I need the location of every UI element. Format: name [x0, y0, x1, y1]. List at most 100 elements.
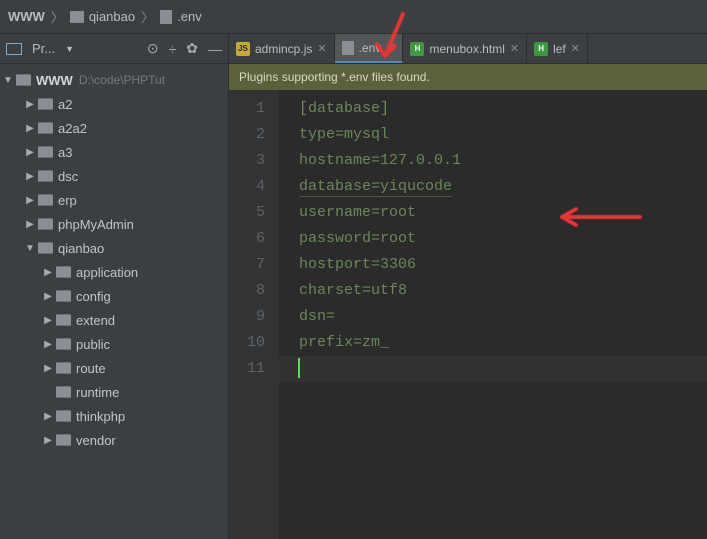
code-line[interactable]: prefix=zm_	[299, 330, 707, 356]
code-line[interactable]: hostport=3306	[299, 252, 707, 278]
tree-arrow-icon[interactable]: ▶	[42, 291, 54, 302]
dropdown-icon[interactable]: ▼	[65, 44, 74, 54]
close-icon[interactable]: ✕	[317, 42, 326, 55]
sidebar-title[interactable]: Pr...	[32, 41, 55, 56]
project-tree: ▼ WWW D:\code\PHPTut ▶a2▶a2a2▶a3▶dsc▶erp…	[0, 64, 228, 456]
tree-item-application[interactable]: ▶ application	[0, 260, 228, 284]
folder-icon	[56, 362, 71, 374]
tab-menubox.html[interactable]: Hmenubox.html ✕	[403, 34, 527, 63]
tree-item-thinkphp[interactable]: ▶ thinkphp	[0, 404, 228, 428]
collapse-icon[interactable]: ÷	[169, 41, 177, 57]
tree-arrow-icon[interactable]: ▶	[42, 315, 54, 326]
line-gutter: 1234567891011	[229, 90, 279, 539]
code-line[interactable]: database=yiqucode	[299, 174, 707, 200]
line-number: 11	[247, 356, 265, 382]
breadcrumb-folder[interactable]: qianbao	[70, 9, 135, 24]
tree-label: vendor	[76, 433, 116, 448]
close-icon[interactable]: ✕	[386, 41, 395, 54]
line-number: 9	[247, 304, 265, 330]
tree-label: runtime	[76, 385, 119, 400]
line-number: 7	[247, 252, 265, 278]
plugin-banner[interactable]: Plugins supporting *.env files found.	[229, 64, 707, 90]
code-line[interactable]: hostname=127.0.0.1	[299, 148, 707, 174]
tree-item-phpMyAdmin[interactable]: ▶phpMyAdmin	[0, 212, 228, 236]
editor-tabs: JSadmincp.js✕.env✕Hmenubox.html✕Hlef✕	[229, 34, 707, 64]
breadcrumb-root[interactable]: WWW	[8, 9, 45, 24]
tree-arrow-icon[interactable]: ▶	[42, 411, 54, 422]
tree-arrow-icon[interactable]: ▶	[24, 171, 36, 182]
tree-label: erp	[58, 193, 77, 208]
tree-arrow-icon[interactable]: ▶	[24, 123, 36, 134]
tree-item-route[interactable]: ▶route	[0, 356, 228, 380]
breadcrumb-file[interactable]: .env	[160, 9, 202, 24]
tree-label: thinkphp	[76, 409, 125, 424]
folder-icon	[56, 410, 71, 422]
tree-item-a2[interactable]: ▶ a2	[0, 92, 228, 116]
folder-icon	[56, 314, 71, 326]
tab-admincp.js[interactable]: JSadmincp.js✕	[229, 34, 335, 63]
code-line[interactable]: password=root	[299, 226, 707, 252]
code-line[interactable]	[299, 356, 707, 382]
tree-label: dsc	[58, 169, 78, 184]
tree-arrow-icon[interactable]: ▶	[42, 339, 54, 350]
code-line[interactable]: charset=utf8	[299, 278, 707, 304]
chevron-down-icon[interactable]: ▼	[2, 75, 14, 86]
tab-label: admincp.js	[255, 42, 312, 56]
folder-icon	[38, 122, 53, 134]
line-number: 5	[247, 200, 265, 226]
code-line[interactable]: type=mysql	[299, 122, 707, 148]
tab-lef[interactable]: Hlef ✕	[527, 34, 588, 63]
tree-label: config	[76, 289, 111, 304]
target-icon[interactable]: ⊙	[147, 40, 159, 57]
tree-item-public[interactable]: ▶ public	[0, 332, 228, 356]
tab-.env[interactable]: .env✕	[335, 34, 404, 63]
tree-label: public	[76, 337, 110, 352]
close-icon[interactable]: ✕	[510, 42, 519, 55]
folder-icon	[70, 11, 84, 23]
text-cursor	[298, 358, 300, 378]
tree-label: application	[76, 265, 138, 280]
folder-icon	[38, 194, 53, 206]
project-icon	[6, 43, 22, 55]
gear-icon[interactable]: ✿	[186, 40, 198, 57]
code-line[interactable]: username=root	[299, 200, 707, 226]
tree-arrow-icon[interactable]: ▶	[42, 435, 54, 446]
tree-label: extend	[76, 313, 115, 328]
tree-arrow-icon[interactable]: ▶	[42, 363, 54, 374]
tree-item-erp[interactable]: ▶ erp	[0, 188, 228, 212]
filetype-icon: H	[534, 42, 548, 56]
line-number: 8	[247, 278, 265, 304]
code-editor[interactable]: 1234567891011 [database]type=mysqlhostna…	[229, 90, 707, 539]
filetype-icon: H	[410, 42, 424, 56]
tree-item-a3[interactable]: ▶a3	[0, 140, 228, 164]
tree-item-extend[interactable]: ▶ extend	[0, 308, 228, 332]
close-icon[interactable]: ✕	[571, 42, 580, 55]
tree-arrow-icon[interactable]: ▶	[24, 99, 36, 110]
chevron-right-icon: 〉	[51, 7, 64, 26]
tree-root[interactable]: ▼ WWW D:\code\PHPTut	[0, 68, 228, 92]
tree-label: a2	[58, 97, 72, 112]
tree-item-vendor[interactable]: ▶ vendor	[0, 428, 228, 452]
tree-arrow-icon[interactable]: ▼	[24, 243, 36, 254]
tree-arrow-icon[interactable]: ▶	[24, 219, 36, 230]
tab-label: menubox.html	[429, 42, 504, 56]
tree-item-runtime[interactable]: runtime	[0, 380, 228, 404]
folder-icon	[38, 146, 53, 158]
hide-icon[interactable]: —	[208, 41, 222, 57]
tree-arrow-icon[interactable]: ▶	[42, 267, 54, 278]
tab-label: lef	[553, 42, 566, 56]
code-line[interactable]: dsn=	[299, 304, 707, 330]
tree-item-dsc[interactable]: ▶ dsc	[0, 164, 228, 188]
folder-icon	[38, 170, 53, 182]
tree-item-config[interactable]: ▶ config	[0, 284, 228, 308]
tree-item-qianbao[interactable]: ▼qianbao	[0, 236, 228, 260]
tree-arrow-icon[interactable]: ▶	[24, 147, 36, 158]
tree-label: a2a2	[58, 121, 87, 136]
project-sidebar: Pr... ▼ ⊙ ÷ ✿ — ▼ WWW D:\code\PHPTut ▶ a2…	[0, 34, 229, 539]
tree-arrow-icon[interactable]: ▶	[24, 195, 36, 206]
code-line[interactable]: [database]	[299, 96, 707, 122]
folder-icon	[38, 98, 53, 110]
tree-item-a2a2[interactable]: ▶ a2a2	[0, 116, 228, 140]
breadcrumb: WWW 〉 qianbao 〉 .env	[0, 0, 707, 34]
folder-icon	[38, 242, 53, 254]
